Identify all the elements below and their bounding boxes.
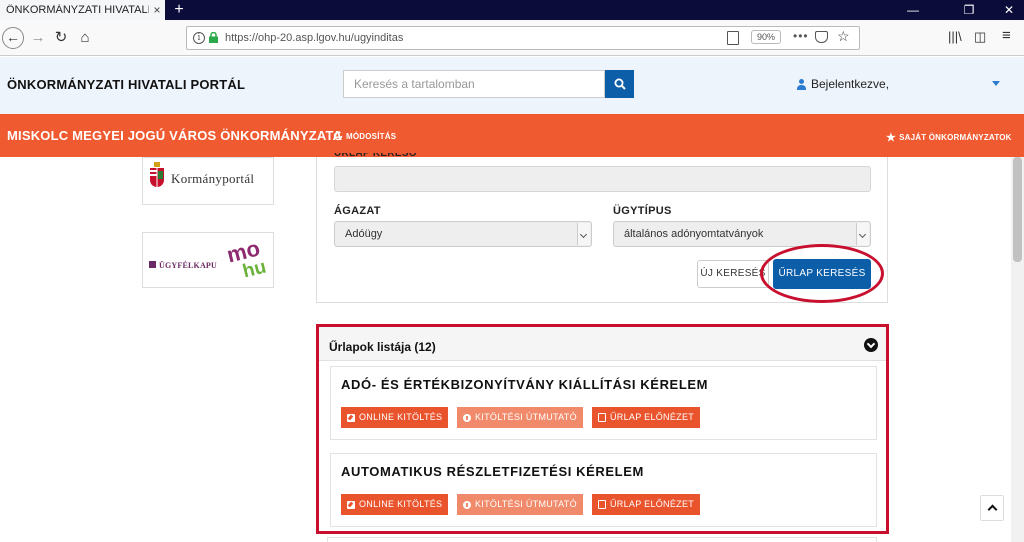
own-municipalities-label: SAJÁT ÖNKORMÁNYZATOK	[899, 133, 1012, 142]
search-button[interactable]	[605, 70, 634, 98]
close-window-icon[interactable]: ✕	[994, 0, 1024, 20]
reload-icon[interactable]: ↻	[50, 27, 72, 49]
form-preview-label: ŰRLAP ELŐNÉZET	[610, 499, 695, 509]
reader-view-icon[interactable]	[727, 31, 739, 45]
pencil-icon	[347, 413, 355, 422]
user-label: Bejelentkezve,	[811, 77, 890, 91]
fill-guide-label: KITÖLTÉSI ÚTMUTATÓ	[475, 412, 577, 422]
sidebar-toggle-icon[interactable]: ◫	[974, 29, 986, 45]
search-icon	[614, 78, 626, 90]
sector-label: ÁGAZAT	[334, 205, 381, 217]
fill-guide-button[interactable]: KITÖLTÉSI ÚTMUTATÓ	[457, 407, 583, 428]
form-search-input[interactable]	[334, 166, 871, 192]
zoom-level[interactable]: 90%	[751, 30, 782, 44]
hu-logo-text: hu	[240, 256, 269, 283]
browser-tab[interactable]: ÖNKORMÁNYZATI HIVATALI PORTÁ ×	[0, 0, 165, 20]
lock-icon	[209, 32, 218, 43]
online-fill-label: ONLINE KITÖLTÉS	[359, 499, 443, 509]
user-menu[interactable]: Bejelentkezve,	[797, 77, 889, 91]
back-icon[interactable]: ←	[2, 27, 24, 49]
info-icon	[463, 500, 471, 509]
pdf-icon	[598, 413, 606, 422]
more-actions-icon[interactable]: •••	[793, 29, 809, 43]
form-search-label: ŰRLAP KERESŐ	[334, 153, 417, 159]
ugyfelkapu-logo[interactable]: ÜGYFÉLKAPU mo hu	[142, 232, 274, 288]
casetype-value: általános adónyomtatványok	[624, 228, 764, 240]
forms-list-panel: Űrlapok listája (12) ADÓ- ÉS ÉRTÉKBIZONY…	[316, 324, 889, 534]
own-municipalities-link[interactable]: ★ SAJÁT ÖNKORMÁNYZATOK	[886, 131, 1012, 144]
page-scrollbar[interactable]	[1011, 157, 1024, 542]
form-item: AUTOMATIKUS RÉSZLETFIZETÉSI KÉRELEM ONLI…	[330, 453, 877, 527]
info-icon	[463, 413, 471, 422]
form-preview-button[interactable]: ŰRLAP ELŐNÉZET	[592, 494, 701, 515]
modify-label: MÓDOSÍTÁS	[346, 131, 397, 141]
user-icon	[797, 78, 806, 90]
star-icon: ★	[886, 132, 897, 144]
coat-of-arms-icon	[150, 162, 164, 187]
collapse-toggle-icon[interactable]	[864, 338, 878, 352]
kormanyportal-text: Kormányportál	[171, 171, 255, 186]
form-item: ADÓ- ÉS ÉRTÉKBIZONYÍTVÁNY KIÁLLÍTÁSI KÉR…	[330, 366, 877, 440]
site-info-icon[interactable]: i	[193, 32, 205, 44]
site-header: ÖNKORMÁNYZATI HIVATALI PORTÁL Bejelentke…	[0, 57, 1024, 114]
site-title[interactable]: ÖNKORMÁNYZATI HIVATALI PORTÁL	[7, 77, 245, 92]
modify-link[interactable]: MÓDOSÍTÁS	[333, 131, 396, 141]
search-input[interactable]	[343, 70, 605, 98]
address-bar[interactable]: i https://ohp-20.asp.lgov.hu/ugyinditas …	[186, 26, 860, 50]
ugyfelkapu-square-icon	[149, 261, 156, 268]
browser-tab-strip: ÖNKORMÁNYZATI HIVATALI PORTÁ × + — ❐ ✕	[0, 0, 1024, 20]
chevron-down-icon	[577, 223, 590, 245]
online-fill-label: ONLINE KITÖLTÉS	[359, 412, 443, 422]
casetype-select[interactable]: általános adónyomtatványok	[613, 221, 871, 247]
maximize-icon[interactable]: ❐	[954, 0, 984, 20]
casetype-label: ÜGYTÍPUS	[613, 205, 672, 217]
form-preview-label: ŰRLAP ELŐNÉZET	[610, 412, 695, 422]
home-icon[interactable]: ⌂	[74, 27, 96, 49]
menu-icon[interactable]: ≡	[1002, 27, 1011, 44]
url-text: https://ohp-20.asp.lgov.hu/ugyinditas	[225, 32, 404, 44]
forms-list-header[interactable]: Űrlapok listája (12)	[319, 327, 886, 361]
tab-title: ÖNKORMÁNYZATI HIVATALI PORTÁ	[6, 4, 149, 16]
fill-guide-button[interactable]: KITÖLTÉSI ÚTMUTATÓ	[457, 494, 583, 515]
form-item-title: AUTOMATIKUS RÉSZLETFIZETÉSI KÉRELEM	[341, 464, 644, 479]
ugyfelkapu-text: ÜGYFÉLKAPU	[159, 261, 217, 270]
refresh-icon	[333, 131, 343, 141]
kormanyportal-logo[interactable]: Kormányportál	[142, 157, 274, 205]
forms-list-title: Űrlapok listája (12)	[329, 340, 436, 354]
pencil-icon	[347, 500, 355, 509]
online-fill-button[interactable]: ONLINE KITÖLTÉS	[341, 407, 449, 428]
new-tab-button[interactable]: +	[170, 0, 188, 20]
minimize-icon[interactable]: —	[898, 0, 928, 20]
municipality-name: MISKOLC MEGYEI JOGÚ VÁROS ÖNKORMÁNYZATA	[7, 128, 343, 143]
scroll-to-top-button[interactable]	[980, 495, 1004, 521]
new-search-button[interactable]: ÚJ KERESÉS	[697, 260, 769, 288]
chevron-down-icon[interactable]	[992, 81, 1000, 86]
form-search-button[interactable]: ŰRLAP KERESÉS	[773, 259, 871, 289]
chevron-down-icon	[856, 223, 869, 245]
tab-close-icon[interactable]: ×	[149, 3, 165, 17]
fill-guide-label: KITÖLTÉSI ÚTMUTATÓ	[475, 499, 577, 509]
scrollbar-thumb[interactable]	[1013, 157, 1022, 262]
online-fill-button[interactable]: ONLINE KITÖLTÉS	[341, 494, 449, 515]
bookmark-star-icon[interactable]: ☆	[837, 28, 850, 45]
form-item-title: ADÓ- ÉS ÉRTÉKBIZONYÍTVÁNY KIÁLLÍTÁSI KÉR…	[341, 377, 709, 392]
form-preview-button[interactable]: ŰRLAP ELŐNÉZET	[592, 407, 701, 428]
sector-value: Adóügy	[345, 228, 383, 240]
pdf-icon	[598, 500, 606, 509]
sector-select[interactable]: Adóügy	[334, 221, 592, 247]
pocket-icon[interactable]	[815, 31, 828, 43]
form-search-panel: ŰRLAP KERESŐ ÁGAZAT Adóügy ÜGYTÍPUS álta…	[316, 153, 888, 303]
municipality-banner: MISKOLC MEGYEI JOGÚ VÁROS ÖNKORMÁNYZATA …	[0, 114, 1024, 157]
browser-navbar: ← → ↻ ⌂ i https://ohp-20.asp.lgov.hu/ugy…	[0, 20, 1024, 56]
library-icon[interactable]: |||\	[948, 29, 962, 44]
forward-icon[interactable]: →	[27, 27, 49, 49]
form-item	[327, 537, 877, 542]
